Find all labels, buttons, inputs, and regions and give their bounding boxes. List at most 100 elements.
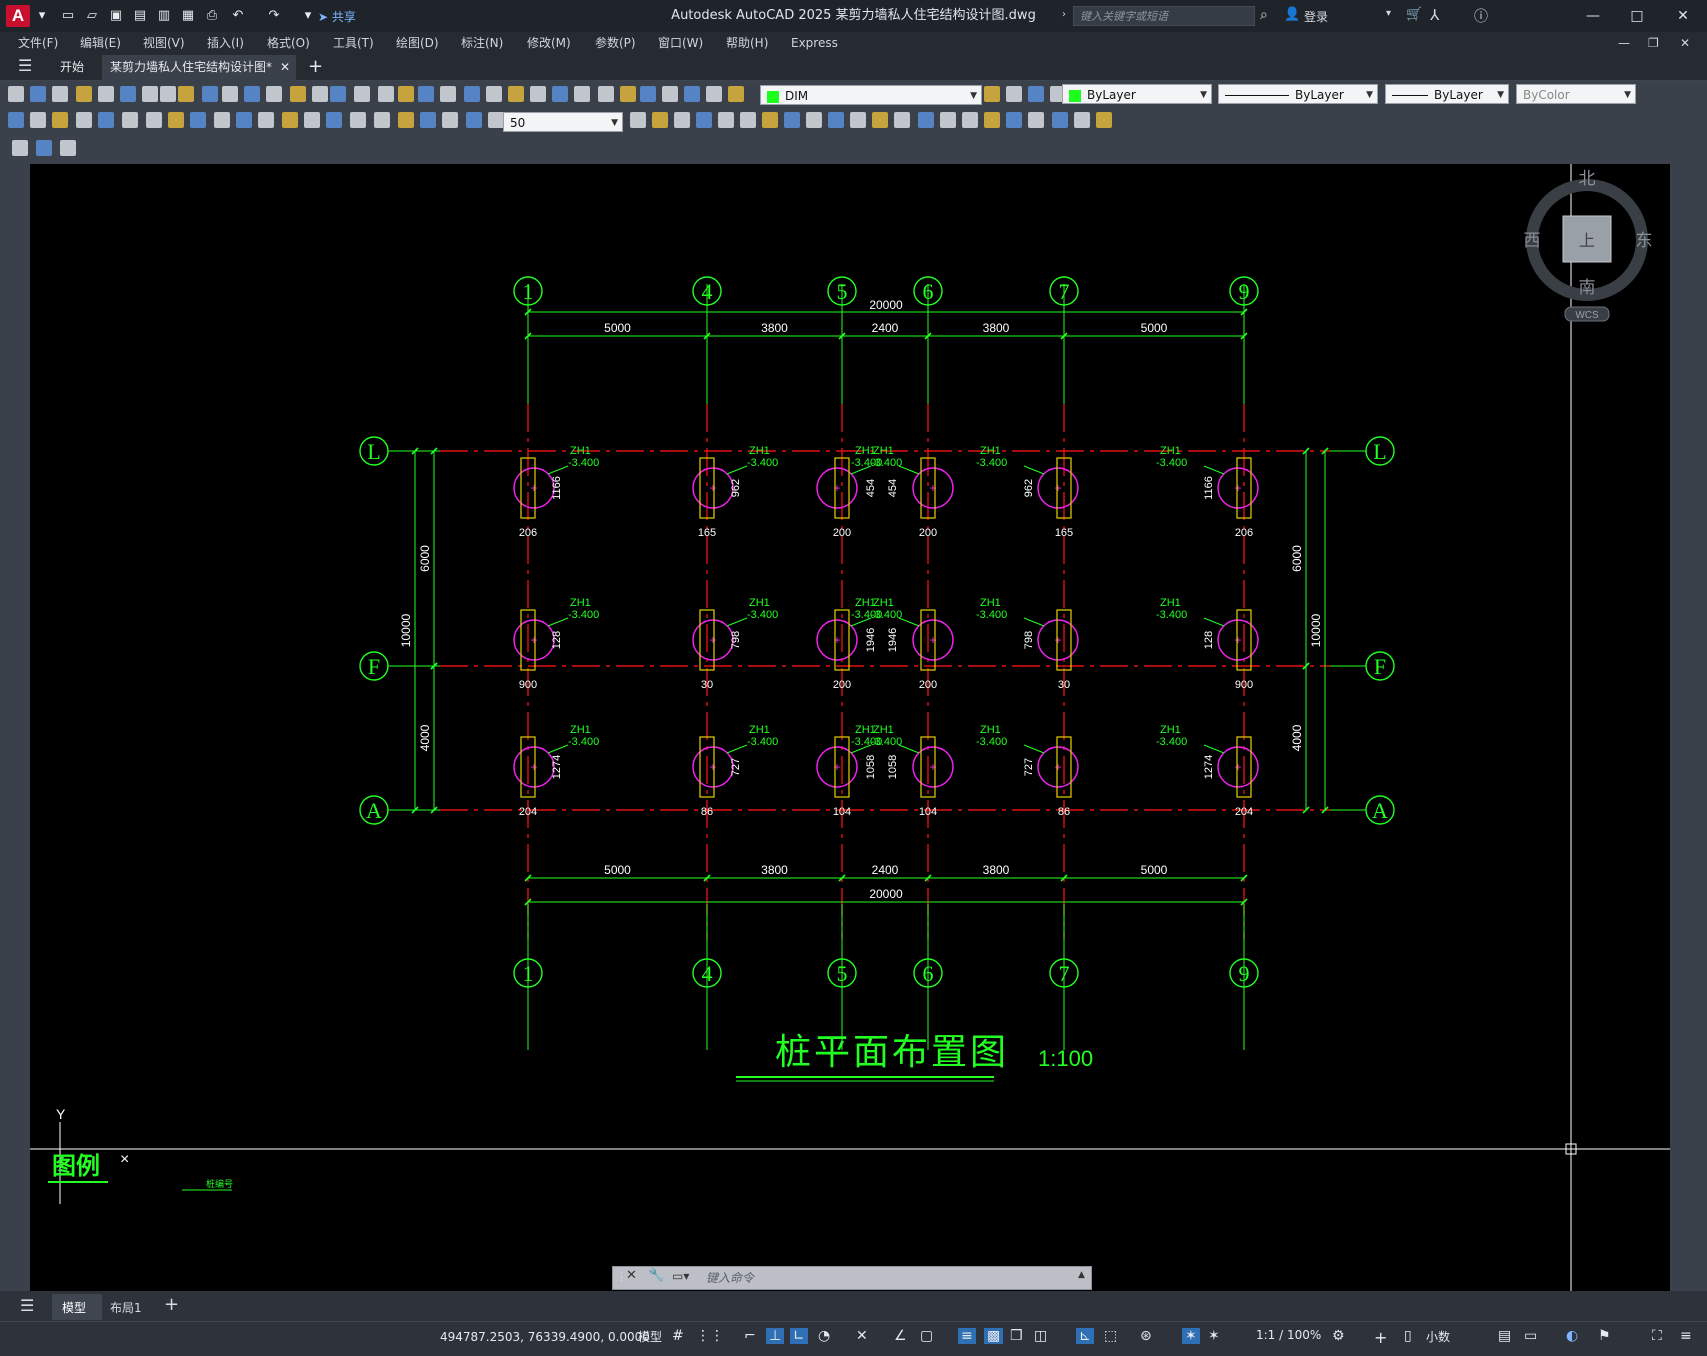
toolbar-tool-icon[interactable] (30, 86, 46, 102)
hamburger-menu-icon[interactable]: ☰ (18, 56, 32, 75)
tab-start[interactable]: 开始 (60, 56, 84, 78)
toolbar-tool-icon[interactable] (640, 86, 656, 102)
menu-file[interactable]: 文件(F) (18, 32, 58, 54)
object-snap-icon[interactable]: ▢ (920, 1328, 933, 1344)
cart-icon[interactable]: 🛒 (1406, 7, 1422, 22)
infer-constraints-icon[interactable]: ⌐ (744, 1328, 756, 1344)
toolbar-tool-icon[interactable] (290, 86, 306, 102)
toolbar-tool-icon[interactable] (266, 86, 282, 102)
toolbar-tool-icon[interactable] (696, 112, 712, 128)
toolbar-tool-icon[interactable] (466, 112, 482, 128)
minimize-icon[interactable]: — (1570, 0, 1616, 32)
customize-arrow-icon[interactable]: ▾ (300, 8, 316, 24)
wrench-icon[interactable]: 🔧 (648, 1268, 664, 1283)
toolbar-tool-icon[interactable] (236, 112, 252, 128)
dimscale-dropdown[interactable]: 50 ▼ (503, 112, 623, 132)
toolbar-tool-icon[interactable] (8, 86, 24, 102)
toolbar-tool-icon[interactable] (784, 112, 800, 128)
lineweight-dropdown[interactable]: ByLayer ▼ (1385, 84, 1509, 104)
tab-close-icon[interactable]: ✕ (280, 56, 290, 78)
3d-osnap-icon[interactable]: ◫ (1034, 1328, 1047, 1344)
save-as-icon[interactable]: ▤ (132, 8, 148, 24)
search-input[interactable]: 键入关键字或短语 (1073, 6, 1255, 26)
toolbar-tool-icon[interactable] (374, 112, 390, 128)
tab-layout1[interactable]: 布局1 (110, 1299, 142, 1316)
toolbar-tool-icon[interactable] (178, 86, 194, 102)
toolbar-tool-icon[interactable] (76, 112, 92, 128)
toolbar-tool-icon[interactable] (120, 86, 136, 102)
open-folder-icon[interactable]: ▱ (84, 8, 100, 24)
toolbar-tool-icon[interactable] (222, 86, 238, 102)
dynamic-ucs-icon[interactable]: ⊾ (1076, 1328, 1094, 1344)
toolbar-tool-icon[interactable] (76, 86, 92, 102)
toolbar-tool-icon[interactable] (828, 112, 844, 128)
menu-help[interactable]: 帮助(H) (726, 32, 768, 54)
toolbar-tool-icon[interactable] (398, 86, 414, 102)
toolbar-tool-icon[interactable] (282, 112, 298, 128)
customization-icon[interactable]: ≡ (1680, 1328, 1692, 1344)
maximize-icon[interactable]: □ (1614, 0, 1660, 32)
toolbar-tool-icon[interactable] (1074, 112, 1090, 128)
clean-screen-icon[interactable]: ◐ (1566, 1328, 1578, 1344)
toolbar-tool-icon[interactable] (508, 86, 524, 102)
toolbar-tool-icon[interactable] (8, 112, 24, 128)
layer-dropdown[interactable]: DIM ▼ (760, 85, 982, 105)
command-close-icon[interactable]: ✕ (626, 1268, 637, 1283)
tab-model[interactable]: 模型 (62, 1299, 86, 1316)
undo-icon[interactable]: ↶ (230, 8, 246, 24)
toolbar-tool-icon[interactable] (420, 112, 436, 128)
auto-scale-icon[interactable]: ✶ (1208, 1328, 1220, 1344)
toolbar-tool-icon[interactable] (806, 112, 822, 128)
toolbar-tool-icon[interactable] (630, 112, 646, 128)
toolbar-tool-icon[interactable] (652, 112, 668, 128)
web-save-icon[interactable]: ▥ (156, 8, 172, 24)
print-icon[interactable]: ⎙ (204, 8, 220, 24)
doc-close-icon[interactable]: ✕ (1680, 32, 1690, 54)
toolbar-tool-icon[interactable] (378, 86, 394, 102)
menu-parametric[interactable]: 参数(P) (595, 32, 636, 54)
toolbar-tool-icon[interactable] (674, 112, 690, 128)
model-space-button[interactable]: 模型 (638, 1328, 662, 1345)
menu-modify[interactable]: 修改(M) (527, 32, 571, 54)
toolbar-tool-icon[interactable] (530, 86, 546, 102)
toolbar-tool-icon[interactable] (872, 112, 888, 128)
command-input[interactable]: 键入命令 (706, 1267, 754, 1289)
toolbar-tool-icon[interactable] (1006, 112, 1022, 128)
toolbar-tool-icon[interactable] (740, 112, 756, 128)
toolbar-tool-icon[interactable] (684, 86, 700, 102)
save-icon[interactable]: ▣ (108, 8, 124, 24)
linetype-dropdown[interactable]: ByLayer ▼ (1218, 84, 1378, 104)
settings-gear-icon[interactable]: ⚙ (1332, 1328, 1345, 1344)
toolbar-tool-icon[interactable] (12, 140, 28, 156)
toolbar-tool-icon[interactable] (304, 112, 320, 128)
fullscreen-icon[interactable]: ⛶ (1652, 1328, 1662, 1344)
toolbar-tool-icon[interactable] (1052, 112, 1068, 128)
toolbar-tool-icon[interactable] (36, 140, 52, 156)
toolbar-tool-icon[interactable] (598, 86, 614, 102)
new-tab-icon[interactable]: + (308, 56, 323, 78)
menu-express[interactable]: Express (791, 32, 838, 54)
plus-icon[interactable]: + (1374, 1328, 1387, 1347)
search-icon[interactable]: ⌕ (1260, 7, 1268, 23)
toolbar-tool-icon[interactable] (1028, 112, 1044, 128)
toolbar-tool-icon[interactable] (30, 112, 46, 128)
toolbar-tool-icon[interactable] (1028, 86, 1044, 102)
chevron-right-icon[interactable]: › (1062, 9, 1066, 20)
hardware-accel-icon[interactable]: ⚑ (1598, 1328, 1611, 1344)
lineweight-toggle-icon[interactable]: ≡ (958, 1328, 976, 1344)
add-layout-icon[interactable]: + (164, 1294, 179, 1315)
selection-filter-icon[interactable]: ⬚ (1104, 1328, 1117, 1344)
toolbar-tool-icon[interactable] (160, 86, 176, 102)
menu-dimension[interactable]: 标注(N) (461, 32, 503, 54)
toolbar-tool-icon[interactable] (258, 112, 274, 128)
toolbar-tool-icon[interactable] (244, 86, 260, 102)
menu-view[interactable]: 视图(V) (143, 32, 185, 54)
menu-edit[interactable]: 编辑(E) (80, 32, 121, 54)
ortho-icon[interactable]: ⊥ (766, 1328, 785, 1344)
toolbar-tool-icon[interactable] (168, 112, 184, 128)
toolbar-tool-icon[interactable] (398, 112, 414, 128)
toolbar-tool-icon[interactable] (60, 140, 76, 156)
menu-format[interactable]: 格式(O) (267, 32, 310, 54)
color-dropdown[interactable]: ByLayer ▼ (1062, 84, 1212, 104)
menu-tools[interactable]: 工具(T) (333, 32, 374, 54)
